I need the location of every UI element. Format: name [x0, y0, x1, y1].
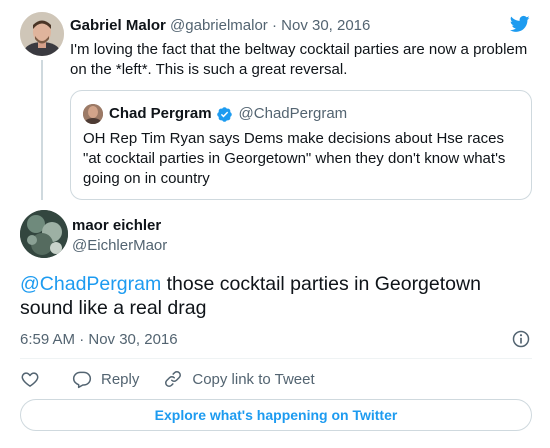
parent-tweet-text: I'm loving the fact that the beltway coc… — [70, 41, 528, 78]
link-icon — [165, 371, 182, 387]
embedded-tweet-card: Gabriel Malor @gabrielmalor · Nov 30, 20… — [0, 0, 550, 448]
tweet-timestamp[interactable]: 6:59 AM · Nov 30, 2016 — [20, 330, 178, 350]
quoted-author-handle: @ChadPergram — [238, 105, 348, 122]
divider — [20, 358, 532, 359]
reply-button[interactable]: Reply — [72, 369, 139, 389]
header-separator: · — [271, 17, 277, 34]
quoted-tweet-text: OH Rep Tim Ryan says Dems make decisions… — [83, 130, 506, 187]
quoted-tweet[interactable]: Chad Pergram @ChadPergram OH Rep Tim Rya… — [70, 90, 532, 200]
reply-label: Reply — [101, 370, 140, 388]
parent-author-name[interactable]: Gabriel Malor — [70, 17, 166, 34]
reply-bubble-icon — [72, 371, 92, 389]
main-author-handle[interactable]: @EichlerMaor — [72, 236, 167, 256]
twitter-bird-icon[interactable] — [508, 14, 532, 34]
parent-tweet-date[interactable]: Nov 30, 2016 — [281, 17, 370, 34]
like-button[interactable] — [20, 369, 40, 389]
quoted-author-name: Chad Pergram — [109, 105, 212, 122]
thread-connector-line — [41, 60, 43, 200]
mention-link[interactable]: @ChadPergram — [20, 273, 161, 295]
maor-eichler-avatar[interactable] — [20, 210, 68, 258]
info-icon[interactable] — [511, 329, 531, 349]
copy-link-label: Copy link to Tweet — [192, 370, 315, 388]
gabriel-malor-avatar[interactable] — [20, 12, 64, 56]
verified-badge-icon — [216, 106, 232, 122]
quoted-tweet-header: Chad Pergram @ChadPergram — [109, 104, 347, 124]
explore-twitter-button[interactable]: Explore what's happening on Twitter — [20, 399, 532, 431]
heart-icon — [21, 372, 39, 387]
parent-author-handle[interactable]: @gabrielmalor — [170, 17, 268, 34]
copy-link-button[interactable]: Copy link to Tweet — [163, 369, 315, 389]
chad-pergram-avatar — [83, 104, 103, 124]
tweet-actions: Reply Copy link to Tweet — [20, 368, 315, 390]
parent-tweet-header: Gabriel Malor @gabrielmalor · Nov 30, 20… — [70, 16, 370, 36]
main-tweet-text: @ChadPergram those cocktail parties in G… — [20, 272, 520, 320]
main-author-name[interactable]: maor eichler — [72, 216, 161, 236]
